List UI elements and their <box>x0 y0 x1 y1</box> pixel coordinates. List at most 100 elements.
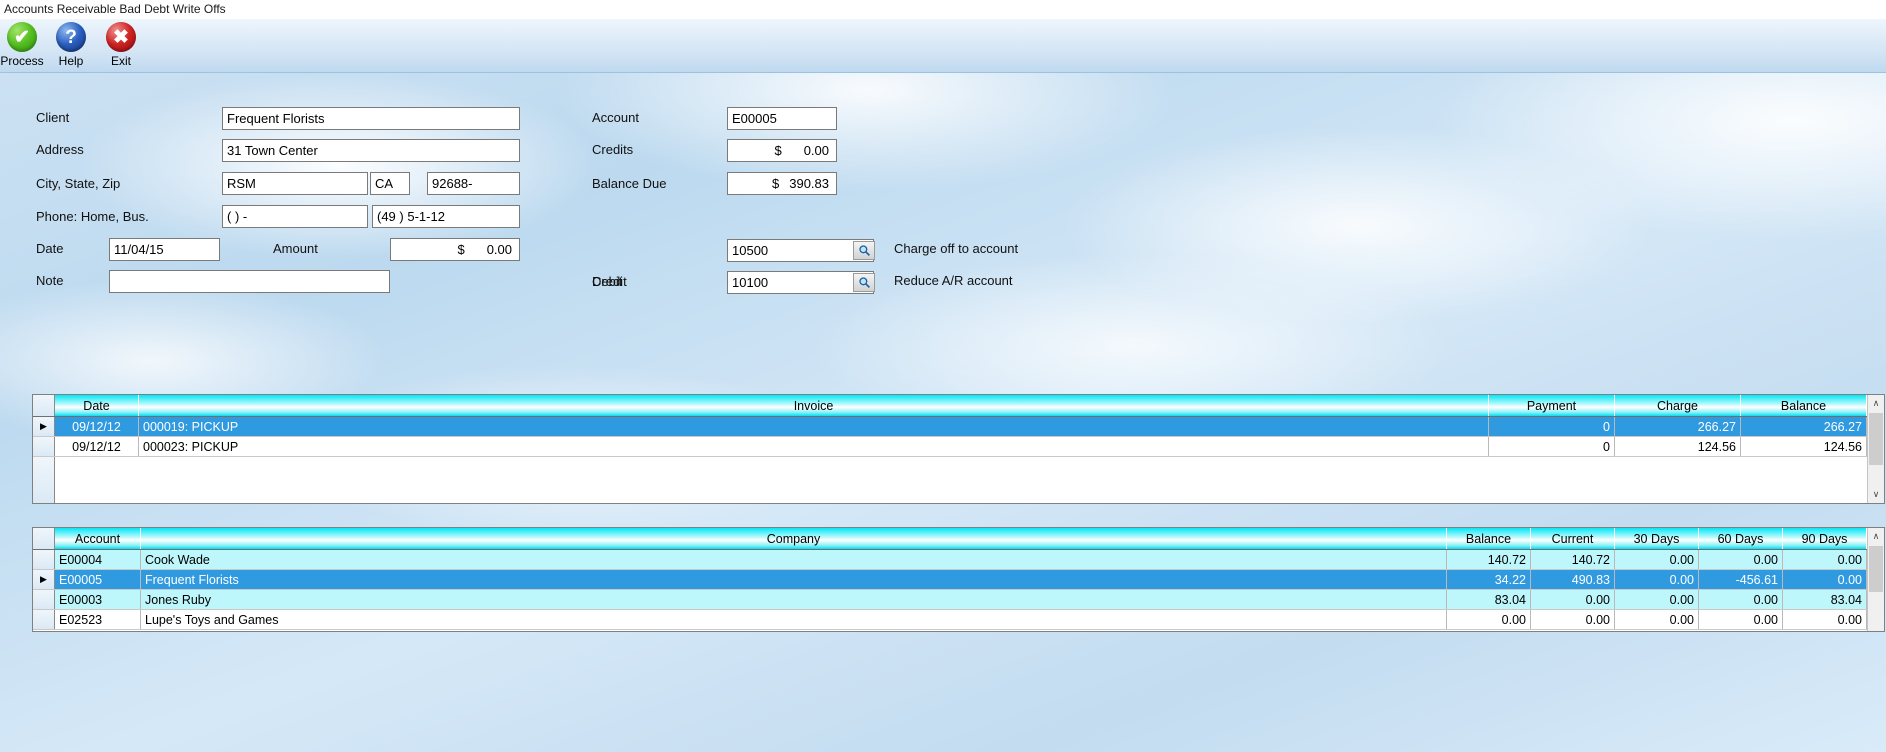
phone-label: Phone: Home, Bus. <box>36 209 149 224</box>
aging-col-60days[interactable]: 60 Days <box>1699 528 1783 549</box>
invoice-grid-marker-gutter <box>33 457 55 503</box>
credits-label: Credits <box>592 142 634 157</box>
invoice-cell-invoice: 000023: PICKUP <box>139 437 1489 456</box>
aging-cell-company: Cook Wade <box>141 550 1447 569</box>
city-state-zip-label: City, State, Zip <box>36 176 121 191</box>
aging-cell-company: Jones Ruby <box>141 590 1447 609</box>
invoice-cell-invoice: 000019: PICKUP <box>139 417 1489 436</box>
invoice-cell-charge: 266.27 <box>1615 417 1741 436</box>
state-input[interactable]: CA <box>370 172 410 195</box>
note-input[interactable] <box>109 270 390 293</box>
window-titlebar: Accounts Receivable Bad Debt Write Offs <box>0 0 1886 19</box>
aging-cell-company: Frequent Florists <box>141 570 1447 589</box>
aging-cell-balance: 34.22 <box>1447 570 1531 589</box>
invoice-cell-date: 09/12/12 <box>55 417 139 436</box>
aging-cell-30days: 0.00 <box>1615 610 1699 629</box>
invoice-cell-payment: 0 <box>1489 417 1615 436</box>
aging-col-30days[interactable]: 30 Days <box>1615 528 1699 549</box>
scroll-up-arrow-icon[interactable]: ∧ <box>1868 395 1884 412</box>
aging-grid[interactable]: Account Company Balance Current 30 Days … <box>32 527 1885 632</box>
row-marker <box>33 610 55 629</box>
credits-value: 0.00 <box>803 143 829 158</box>
invoice-col-balance[interactable]: Balance <box>1741 395 1867 416</box>
scroll-up-arrow-icon[interactable]: ∧ <box>1868 528 1884 545</box>
phone-home-input[interactable]: ( ) - <box>222 205 368 228</box>
credit-input[interactable]: 10100 <box>727 271 874 294</box>
balance-due-value: 390.83 <box>789 176 829 191</box>
toolbar: ✔ Process ? Help ✖ Exit <box>0 19 1886 73</box>
aging-cell-balance: 83.04 <box>1447 590 1531 609</box>
invoice-cell-balance: 266.27 <box>1741 417 1867 436</box>
check-circle-icon: ✔ <box>7 22 37 52</box>
aging-cell-90days: 0.00 <box>1783 610 1867 629</box>
balance-due-input[interactable]: $ 390.83 <box>727 172 837 195</box>
aging-cell-account: E00005 <box>55 570 141 589</box>
invoice-cell-charge: 124.56 <box>1615 437 1741 456</box>
table-row[interactable]: 09/12/12 000023: PICKUP 0 124.56 124.56 <box>33 437 1884 457</box>
aging-cell-balance: 140.72 <box>1447 550 1531 569</box>
invoice-cell-payment: 0 <box>1489 437 1615 456</box>
table-row[interactable]: E00003 Jones Ruby 83.04 0.00 0.00 0.00 8… <box>33 590 1884 610</box>
address-input[interactable]: 31 Town Center <box>222 139 520 162</box>
phone-business-input[interactable]: (49 ) 5-1-12 <box>372 205 520 228</box>
debit-input[interactable]: 10500 <box>727 239 874 262</box>
aging-cell-60days: 0.00 <box>1699 550 1783 569</box>
city-input[interactable]: RSM <box>222 172 368 195</box>
invoice-grid-header-marker <box>33 395 55 416</box>
table-row[interactable]: ▶ 09/12/12 000019: PICKUP 0 266.27 266.2… <box>33 417 1884 437</box>
aging-cell-current: 0.00 <box>1531 610 1615 629</box>
row-marker <box>33 550 55 569</box>
account-label: Account <box>592 110 639 125</box>
amount-input[interactable]: $ 0.00 <box>390 238 520 261</box>
invoice-col-invoice[interactable]: Invoice <box>139 395 1489 416</box>
table-row[interactable]: E00004 Cook Wade 140.72 140.72 0.00 0.00… <box>33 550 1884 570</box>
process-button-label: Process <box>0 54 44 68</box>
help-button-label: Help <box>58 54 84 68</box>
invoice-grid[interactable]: Date Invoice Payment Charge Balance ▶ 09… <box>32 394 1885 504</box>
aging-col-current[interactable]: Current <box>1531 528 1615 549</box>
scroll-down-arrow-icon[interactable]: ∨ <box>1868 486 1884 503</box>
row-marker <box>33 437 55 456</box>
debit-lookup-button[interactable] <box>853 241 875 260</box>
aging-cell-company: Lupe's Toys and Games <box>141 610 1447 629</box>
aging-cell-account: E00004 <box>55 550 141 569</box>
aging-col-company[interactable]: Company <box>141 528 1447 549</box>
aging-cell-60days: 0.00 <box>1699 590 1783 609</box>
scroll-thumb[interactable] <box>1869 413 1883 465</box>
amount-value: 0.00 <box>486 242 512 257</box>
aging-grid-scrollbar[interactable]: ∧ <box>1867 528 1884 631</box>
invoice-grid-scrollbar[interactable]: ∧ ∨ <box>1867 395 1884 503</box>
client-input[interactable]: Frequent Florists <box>222 107 520 130</box>
aging-cell-current: 0.00 <box>1531 590 1615 609</box>
table-row[interactable]: ▶ E00005 Frequent Florists 34.22 490.83 … <box>33 570 1884 590</box>
aging-col-90days[interactable]: 90 Days <box>1783 528 1867 549</box>
aging-cell-60days: 0.00 <box>1699 610 1783 629</box>
invoice-col-date[interactable]: Date <box>55 395 139 416</box>
invoice-col-charge[interactable]: Charge <box>1615 395 1741 416</box>
row-marker: ▶ <box>33 570 55 589</box>
balance-due-label: Balance Due <box>592 176 667 191</box>
invoice-col-payment[interactable]: Payment <box>1489 395 1615 416</box>
credit-label: Credit <box>592 274 627 289</box>
aging-cell-balance: 0.00 <box>1447 610 1531 629</box>
zip-input[interactable]: 92688- <box>427 172 520 195</box>
scroll-thumb[interactable] <box>1869 546 1883 592</box>
date-label: Date <box>36 241 64 256</box>
aging-cell-account: E02523 <box>55 610 141 629</box>
aging-col-account[interactable]: Account <box>55 528 141 549</box>
table-row[interactable]: E02523 Lupe's Toys and Games 0.00 0.00 0… <box>33 610 1884 630</box>
account-input[interactable]: E00005 <box>727 107 837 130</box>
invoice-cell-date: 09/12/12 <box>55 437 139 456</box>
credits-input[interactable]: $ 0.00 <box>727 139 837 162</box>
exit-button[interactable]: ✖ Exit <box>89 22 153 72</box>
debit-hint-label: Charge off to account <box>894 241 1019 256</box>
aging-col-balance[interactable]: Balance <box>1447 528 1531 549</box>
credit-lookup-button[interactable] <box>853 273 875 292</box>
date-input[interactable]: 11/04/15 <box>109 238 220 261</box>
credit-hint-label: Reduce A/R account <box>894 273 1013 288</box>
amount-label: Amount <box>273 241 318 256</box>
amount-currency-symbol: $ <box>457 242 465 257</box>
aging-grid-header-marker <box>33 528 55 549</box>
balance-due-currency-symbol: $ <box>772 176 780 191</box>
aging-cell-30days: 0.00 <box>1615 570 1699 589</box>
